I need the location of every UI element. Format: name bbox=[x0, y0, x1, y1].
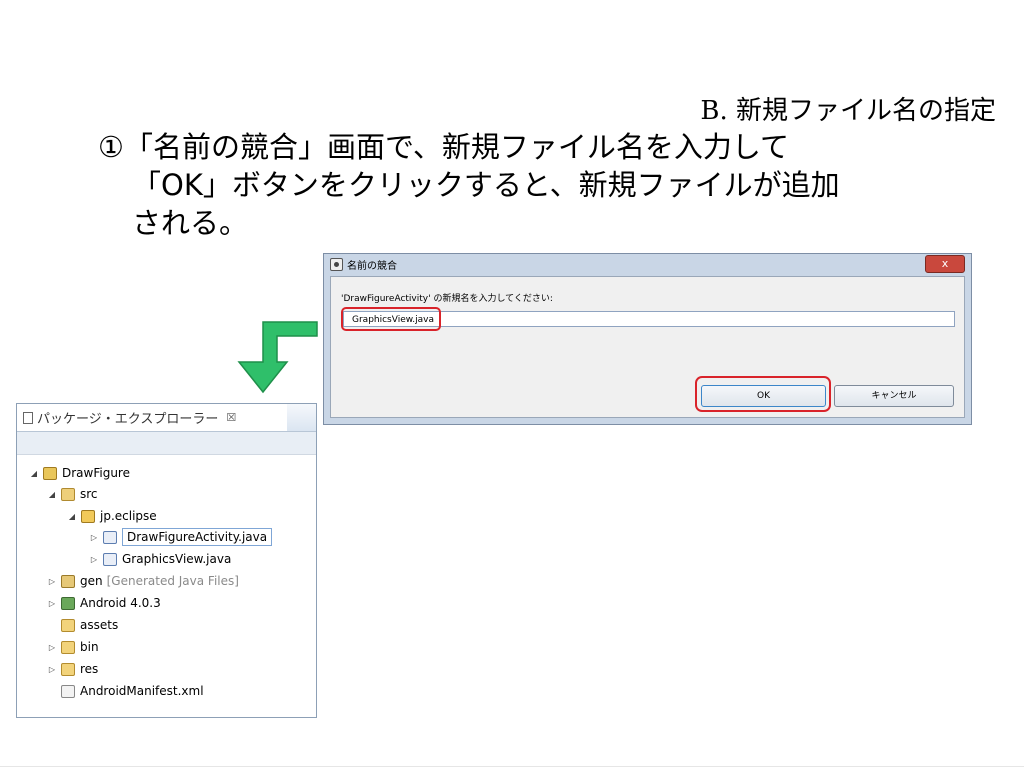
java-file-icon bbox=[103, 530, 117, 544]
dialog-titlebar: 名前の競合 bbox=[324, 254, 971, 274]
collapsed-arrow-icon[interactable]: ▷ bbox=[89, 555, 99, 564]
tree-item-label: jp.eclipse bbox=[100, 509, 157, 523]
tab-title: パッケージ・エクスプローラー bbox=[37, 412, 219, 427]
package-explorer: パッケージ・エクスプローラー ☒ ◢ DrawFigure ◢ src ◢ jp… bbox=[16, 403, 317, 718]
name-conflict-dialog: 名前の競合 x 'DrawFigureActivity' の新規名を入力してくだ… bbox=[323, 253, 972, 425]
java-file-icon bbox=[103, 552, 117, 566]
folder-icon bbox=[61, 662, 75, 676]
dialog-title: 名前の競合 bbox=[347, 260, 397, 272]
tree-item-drawfigure[interactable]: ◢ DrawFigure bbox=[29, 463, 130, 483]
tree-item-res[interactable]: ▷ res bbox=[47, 659, 98, 679]
collapsed-arrow-icon[interactable]: ▷ bbox=[47, 643, 57, 652]
input-highlight-box bbox=[341, 307, 441, 331]
ok-highlight-box bbox=[695, 376, 831, 412]
explorer-toolbar bbox=[17, 432, 316, 455]
collapsed-arrow-icon[interactable]: ▷ bbox=[47, 665, 57, 674]
tree-item-jp-eclipse[interactable]: ◢ jp.eclipse bbox=[67, 506, 157, 526]
tree-item-android-lib[interactable]: ▷ Android 4.0.3 bbox=[47, 593, 161, 613]
section-subtitle: B. 新規ファイル名の指定 bbox=[700, 96, 996, 126]
xml-file-icon bbox=[61, 684, 75, 698]
instruction-line-1: ①「名前の競合」画面で、新規ファイル名を入力して bbox=[98, 130, 789, 164]
instruction-line-3: される。 bbox=[132, 206, 249, 240]
collapsed-arrow-icon[interactable]: ▷ bbox=[47, 599, 57, 608]
generated-folder-icon bbox=[61, 574, 75, 588]
tree-item-label: gen bbox=[80, 574, 103, 588]
instruction-line-2: 「OK」ボタンをクリックすると、新規ファイルが追加 bbox=[132, 168, 840, 202]
tab-package-explorer[interactable]: パッケージ・エクスプローラー ☒ bbox=[17, 404, 287, 431]
expanded-arrow-icon[interactable]: ◢ bbox=[47, 490, 57, 499]
tree-item-label: assets bbox=[80, 618, 119, 632]
source-folder-icon bbox=[61, 487, 75, 501]
close-button[interactable]: x bbox=[925, 255, 965, 273]
tree-item-bin[interactable]: ▷ bin bbox=[47, 637, 99, 657]
tree-item-suffix: [Generated Java Files] bbox=[106, 574, 239, 588]
expanded-arrow-icon[interactable]: ◢ bbox=[67, 512, 77, 521]
tree-item-label: src bbox=[80, 487, 98, 501]
tree-item-label: DrawFigureActivity.java bbox=[122, 528, 273, 546]
tree-item-graphicsview[interactable]: ▷ GraphicsView.java bbox=[89, 549, 231, 569]
explorer-tabbar: パッケージ・エクスプローラー ☒ bbox=[17, 404, 316, 432]
folder-icon bbox=[61, 618, 75, 632]
tab-close-icon[interactable]: ☒ bbox=[226, 411, 236, 424]
tree-item-label: bin bbox=[80, 640, 99, 654]
collapsed-arrow-icon[interactable]: ▷ bbox=[47, 577, 57, 586]
dialog-prompt: 'DrawFigureActivity' の新規名を入力してください: bbox=[341, 294, 553, 304]
tree-item-label: GraphicsView.java bbox=[122, 552, 232, 566]
folder-icon bbox=[61, 640, 75, 654]
expanded-arrow-icon[interactable]: ◢ bbox=[29, 469, 39, 478]
instruction-text: ①「名前の競合」画面で、新規ファイル名を入力して 「OK」ボタンをクリックすると… bbox=[98, 128, 840, 242]
slide-footer-line bbox=[0, 766, 1024, 767]
collapsed-arrow-icon[interactable]: ▷ bbox=[89, 533, 99, 542]
tree-item-label: AndroidManifest.xml bbox=[80, 684, 204, 698]
tree-item-label: res bbox=[80, 662, 99, 676]
project-icon bbox=[43, 466, 57, 480]
tree-item-src[interactable]: ◢ src bbox=[47, 484, 98, 504]
tree-item-drawfigureactivity[interactable]: ▷ DrawFigureActivity.java bbox=[89, 527, 273, 547]
tree-item-label: Android 4.0.3 bbox=[80, 596, 161, 610]
tree-item-label: DrawFigure bbox=[62, 466, 130, 480]
cancel-button[interactable]: キャンセル bbox=[834, 385, 954, 407]
android-library-icon bbox=[61, 596, 75, 610]
tree-item-gen[interactable]: ▷ gen [Generated Java Files] bbox=[47, 571, 239, 591]
package-explorer-icon bbox=[23, 411, 33, 424]
green-arrow-icon bbox=[237, 321, 318, 394]
tree-item-assets[interactable]: assets bbox=[47, 615, 118, 635]
dialog-body: 'DrawFigureActivity' の新規名を入力してください: Grap… bbox=[330, 276, 965, 418]
package-icon bbox=[81, 509, 95, 523]
tree-item-manifest[interactable]: AndroidManifest.xml bbox=[47, 681, 204, 701]
eclipse-icon bbox=[330, 257, 343, 271]
